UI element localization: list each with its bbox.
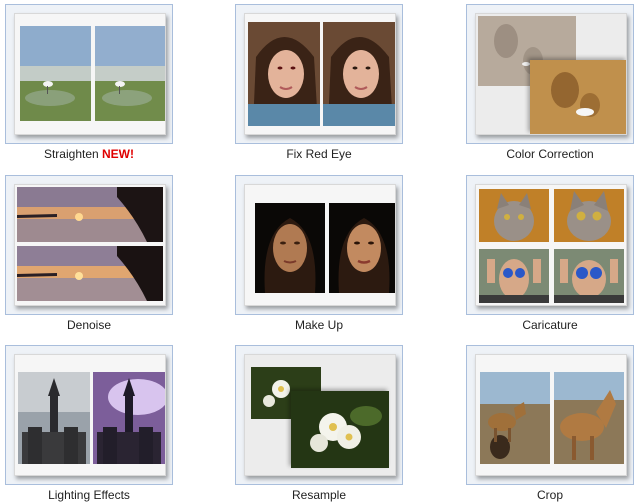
before-image-horses bbox=[480, 372, 550, 464]
after-image-footprints-sand bbox=[530, 60, 626, 134]
after-image-church-tower bbox=[93, 372, 165, 464]
tool-label-color-correction[interactable]: Color Correction bbox=[466, 147, 634, 161]
thumbnail-card bbox=[14, 184, 166, 306]
after-image-man-glasses bbox=[554, 249, 624, 303]
before-image-cat bbox=[479, 189, 549, 242]
thumbnail-frame[interactable] bbox=[466, 4, 634, 144]
before-image-woman-face bbox=[255, 203, 325, 293]
after-image-woman-face bbox=[329, 203, 395, 293]
thumbnail-card bbox=[475, 354, 627, 476]
tool-label-fix-red-eye[interactable]: Fix Red Eye bbox=[235, 147, 403, 161]
after-image-portrait-girl bbox=[323, 22, 395, 126]
tool-label-text: Straighten bbox=[43, 147, 99, 161]
thumbnail-card bbox=[475, 184, 627, 306]
tool-label-make-up[interactable]: Make Up bbox=[235, 318, 403, 332]
thumbnail-frame[interactable] bbox=[466, 345, 634, 485]
before-image-portrait-girl bbox=[248, 22, 320, 126]
new-badge: NEW! bbox=[102, 147, 135, 161]
thumbnail-frame[interactable] bbox=[5, 345, 173, 485]
tool-label-caricature[interactable]: Caricature bbox=[466, 318, 634, 332]
after-image-cat bbox=[554, 189, 624, 242]
thumbnail-card bbox=[244, 13, 396, 135]
thumbnail-frame[interactable] bbox=[5, 175, 173, 315]
thumbnail-card bbox=[244, 184, 396, 306]
thumbnail-frame[interactable] bbox=[235, 175, 403, 315]
after-image-horses bbox=[554, 372, 624, 464]
thumbnail-frame[interactable] bbox=[466, 175, 634, 315]
tool-label-denoise[interactable]: Denoise bbox=[5, 318, 173, 332]
before-image-sunset-lake bbox=[17, 187, 163, 242]
thumbnail-card bbox=[244, 354, 396, 476]
thumbnail-card bbox=[14, 13, 166, 135]
before-image-man-glasses bbox=[479, 249, 549, 303]
before-image-church-tower bbox=[18, 372, 90, 464]
after-image-landscape-heron bbox=[95, 26, 165, 121]
thumbnail-card bbox=[14, 354, 166, 476]
thumbnail-frame[interactable] bbox=[5, 4, 173, 144]
tool-label-straighten[interactable]: Straighten NEW! bbox=[5, 147, 173, 161]
after-image-sunset-lake bbox=[17, 246, 163, 301]
before-image-landscape-heron bbox=[20, 26, 91, 121]
thumbnail-frame[interactable] bbox=[235, 345, 403, 485]
thumbnail-frame[interactable] bbox=[235, 4, 403, 144]
thumbnail-card bbox=[475, 13, 627, 135]
after-image-white-flowers bbox=[291, 391, 389, 468]
